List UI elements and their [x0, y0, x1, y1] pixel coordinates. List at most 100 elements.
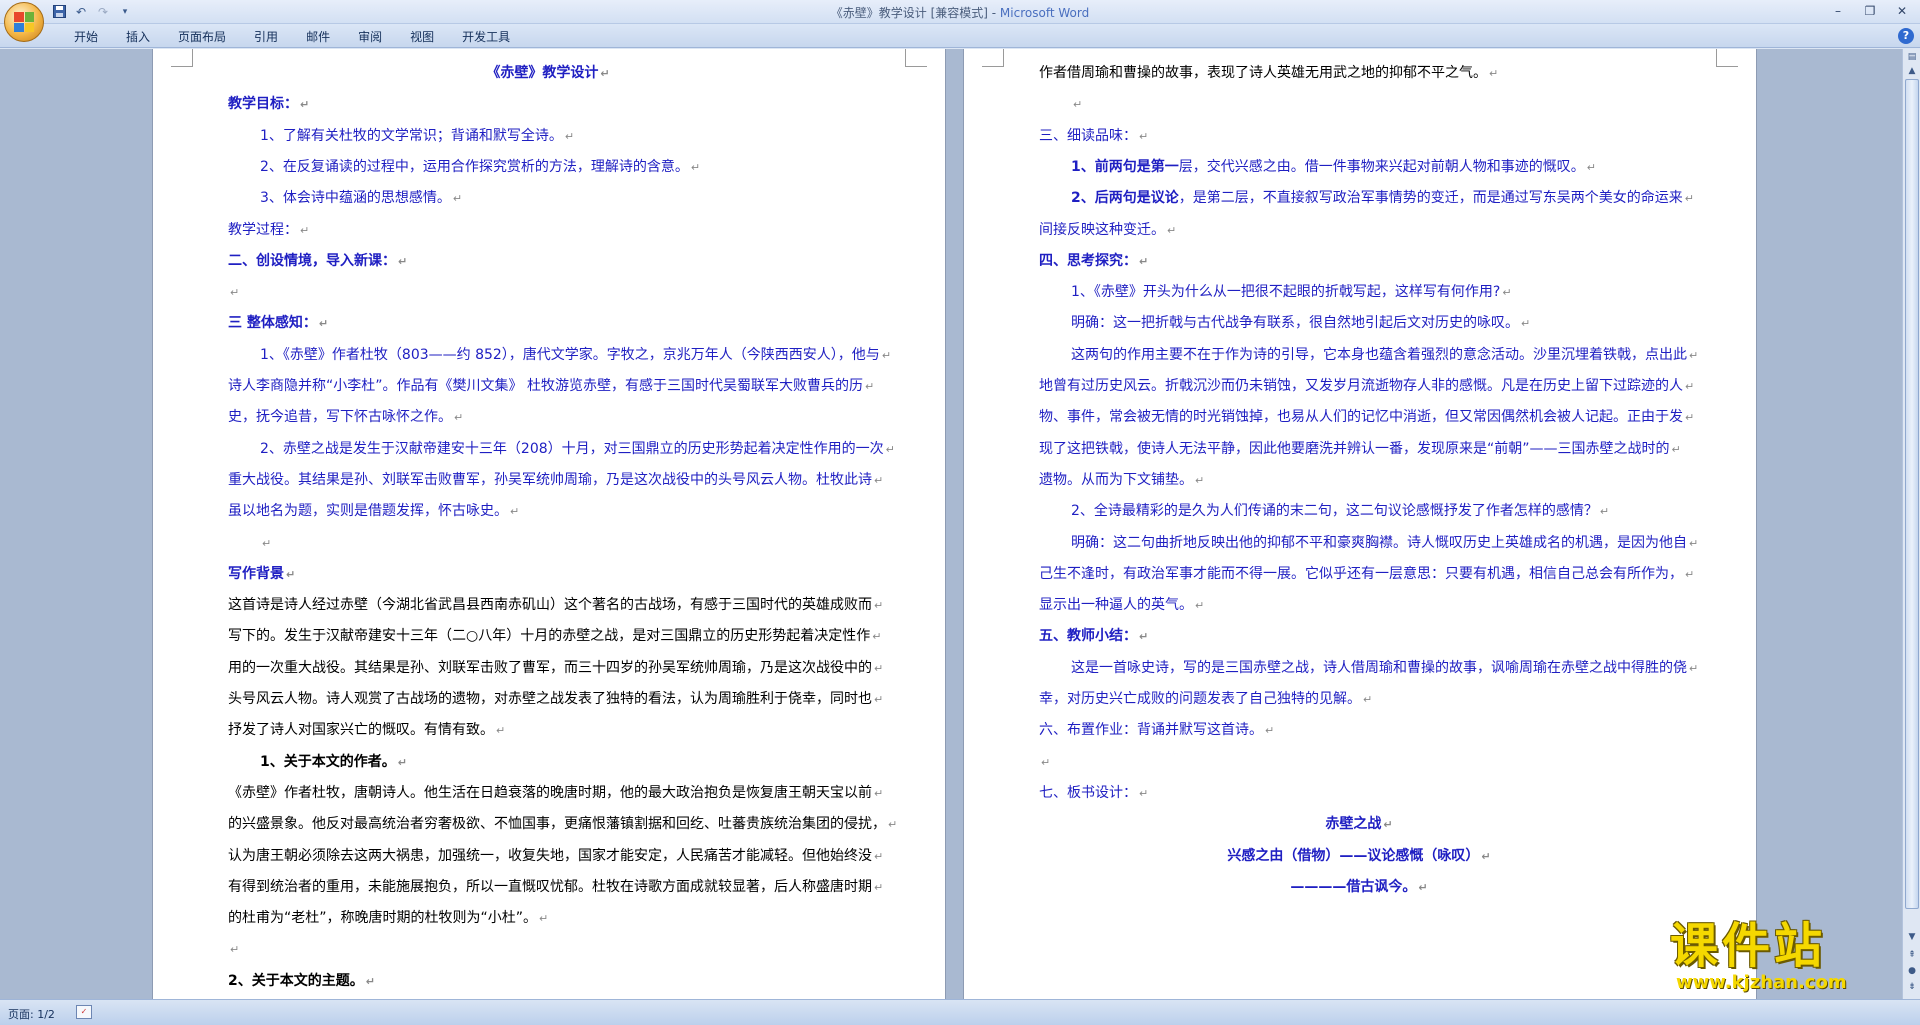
window-controls: – ❐ ✕ — [1826, 2, 1914, 20]
help-icon[interactable]: ? — [1898, 28, 1914, 44]
page-2-line: 遗物。从而为下文铺垫。 ↵ — [1039, 471, 1205, 488]
page-1-line: 2、赤壁之战是发生于汉献帝建安十三年（208）十月，对三国鼎立的历史形势起着决定… — [260, 440, 895, 457]
page-2-line: 物、事件，常会被无情的时光销蚀掉，也易从人们的记忆中消逝，但又常因偶然机会被人记… — [1039, 409, 1695, 426]
page-1-line: ↵ — [228, 940, 239, 959]
paragraph-mark-icon: ↵ — [1489, 67, 1499, 80]
paragraph-mark-icon: ↵ — [510, 505, 520, 519]
restore-icon[interactable]: ❐ — [1858, 2, 1882, 20]
page-1-line: 教学目标： ↵ — [228, 96, 310, 113]
minimize-icon[interactable]: – — [1826, 2, 1850, 20]
paragraph-mark-icon: ↵ — [1195, 473, 1205, 487]
page-1-line: 《赤壁》作者杜牧，唐朝诗人。他生活在日趋衰落的晚唐时期，他的最大政治抱负是恢复唐… — [228, 784, 884, 801]
margin-corner-mark — [1716, 49, 1738, 67]
ribbon-tab[interactable]: 插入 — [112, 29, 164, 45]
paragraph-mark-icon: ↵ — [872, 630, 882, 644]
page-1-line: 抒发了诗人对国家兴亡的慨叹。有情有致。 ↵ — [228, 722, 506, 739]
page-2-line: ↵ — [1039, 753, 1050, 772]
paragraph-mark-icon: ↵ — [1195, 599, 1205, 613]
paragraph-mark-icon: ↵ — [864, 380, 875, 393]
ribbon-tab[interactable]: 引用 — [240, 29, 292, 45]
ribbon-tab-bar: 开始 插入 页面布局 引用 邮件 审阅 视图 开发工具 ? — [0, 24, 1920, 48]
page-2-line: 六、布置作业：背诵并默写这首诗。 ↵ — [1039, 722, 1275, 739]
office-button[interactable] — [4, 2, 44, 42]
page-1-line: 诗人李商隐并称“小李杜”。作品有《樊川文集》 杜牧游览赤壁，有感于三国时代吴蜀联… — [228, 378, 875, 394]
page-2-line: 五、教师小结： ↵ — [1039, 628, 1149, 645]
page-1-line: 3、体会诗中蕴涵的思想感情。 ↵ — [260, 190, 463, 207]
page-2-line: 己生不逢时，有政治军事才能而不得一展。它似乎还有一层意思：只要有机遇，相信自己总… — [1039, 565, 1695, 582]
page-2-line: 明确：这二句曲折地反映出他的抑郁不平和豪爽胸襟。诗人慨叹历史上英雄成名的机遇，是… — [1071, 534, 1699, 551]
window-title: 《赤壁》教学设计 [兼容模式] - Microsoft Word — [0, 4, 1920, 21]
paragraph-mark-icon: ↵ — [600, 67, 610, 80]
page-2-line: ————借古讽今。 ↵ — [1290, 878, 1428, 895]
paragraph-mark-icon: ↵ — [300, 98, 310, 112]
paragraph-mark-icon: ↵ — [1685, 411, 1695, 425]
page-1-line: 写下的。发生于汉献帝建安十三年（二○八年）十月的赤壁之战，是对三国鼎立的历史形势… — [228, 628, 882, 645]
page-1-line: 的兴盛景象。他反对最高统治者穷奢极欲、不恤国事，更痛恨藩镇割据和回纥、吐蕃贵族统… — [228, 816, 898, 833]
paragraph-mark-icon: ↵ — [1689, 348, 1699, 362]
page-2-line: 地曾有过历史风云。折戟沉沙而仍未销蚀，又发岁月流逝物存人非的感慨。凡是在历史上留… — [1039, 378, 1695, 394]
paragraph-mark-icon: ↵ — [1139, 630, 1149, 644]
page-1-line: 写作背景 ↵ — [228, 565, 296, 582]
scrollbar-thumb[interactable] — [1905, 79, 1919, 909]
paragraph-mark-icon: ↵ — [1586, 160, 1596, 174]
watermark-logo: 课件站 www.kjzhan.com — [1670, 918, 1900, 993]
paragraph-mark-icon: ↵ — [1689, 536, 1699, 550]
paragraph-mark-icon: ↵ — [1671, 442, 1681, 456]
paragraph-mark-icon: ↵ — [874, 786, 884, 800]
ribbon-tab[interactable]: 视图 — [396, 29, 448, 45]
page-1-line: 1、《赤壁》作者杜牧（803——约 852），唐代文学家。字牧之，京兆万年人（今… — [260, 346, 892, 363]
page-2-line: 2、全诗最精彩的是久为人们传诵的末二句，这二句议论感慨抒发了作者怎样的感情？ ↵ — [1071, 503, 1610, 520]
paragraph-mark-icon: ↵ — [230, 943, 240, 957]
page-1-line: 认为唐王朝必须除去这两大祸患，加强统一，收复失地，国家才能安定，人民痛苦才能减轻… — [228, 847, 884, 864]
paragraph-mark-icon: ↵ — [1685, 567, 1695, 581]
paragraph-mark-icon: ↵ — [1073, 98, 1083, 112]
close-icon[interactable]: ✕ — [1890, 2, 1914, 20]
page-1-line: 《赤壁》教学设计 ↵ — [486, 65, 610, 81]
paragraph-mark-icon: ↵ — [496, 724, 506, 738]
page-2[interactable]: 作者借周瑜和曹操的故事，表现了诗人英雄无用武之地的抑郁不平之气。 ↵ ↵ 三、细读品味… — [963, 49, 1757, 999]
scroll-up-icon[interactable]: ▲ — [1904, 63, 1920, 79]
paragraph-mark-icon: ↵ — [1167, 223, 1177, 237]
paragraph-mark-icon: ↵ — [452, 192, 463, 206]
scroll-down-icon[interactable]: ▼ — [1904, 929, 1920, 945]
page-1-line: 三 整体感知： ↵ — [228, 315, 329, 332]
page-1-line: ↵ — [260, 534, 271, 553]
ribbon-tab[interactable]: 审阅 — [344, 29, 396, 45]
page-1-line: 2、关于本文的主题。 ↵ — [228, 972, 375, 989]
paragraph-mark-icon: ↵ — [1139, 786, 1149, 800]
page-2-line: 四、思考探究： ↵ — [1039, 252, 1149, 269]
paragraph-mark-icon: ↵ — [318, 317, 329, 331]
paragraph-mark-icon: ↵ — [874, 693, 884, 706]
page-1[interactable]: 《赤壁》教学设计 ↵ 教学目标： ↵ 1、了解有关杜牧的文学常识；背诵和默写全诗。 ↵ 2、… — [152, 49, 946, 999]
page-1-line: 重大战役。其结果是孙、刘联军击败曹军，孙吴军统帅周瑜，乃是这次战役中的头号风云人… — [228, 471, 884, 488]
ribbon-tabs: 开始 插入 页面布局 引用 邮件 审阅 视图 开发工具 — [60, 29, 524, 45]
status-bar: 页面: 1/2 ✓ — [0, 999, 1920, 1025]
proofing-icon[interactable]: ✓ — [76, 1005, 92, 1019]
browse-object-icon[interactable]: ● — [1904, 963, 1920, 979]
page-indicator[interactable]: 页面: 1/2 — [8, 1006, 55, 1022]
next-page-icon[interactable]: ⇟ — [1904, 979, 1920, 995]
page-1-line: 1、关于本文的作者。 ↵ — [260, 753, 407, 770]
watermark-title: 课件站 — [1670, 918, 1827, 974]
page-1-line: 用的一次重大战役。其结果是孙、刘联军击败了曹军，而三十四岁的孙吴军统帅周瑜，乃是… — [228, 659, 884, 676]
page-1-line: 的杜甫为“老杜”，称晚唐时期的杜牧则为“小杜”。 ↵ — [228, 910, 549, 927]
previous-page-icon[interactable]: ⇞ — [1904, 947, 1920, 963]
paragraph-mark-icon: ↵ — [874, 661, 884, 675]
paragraph-mark-icon: ↵ — [398, 254, 408, 268]
paragraph-mark-icon: ↵ — [1689, 661, 1699, 675]
page-1-line: 虽以地名为题，实则是借题发挥，怀古咏史。 ↵ — [228, 503, 520, 520]
ribbon-tab[interactable]: 页面布局 — [164, 29, 240, 45]
ribbon-tab[interactable]: 开发工具 — [448, 29, 524, 45]
paragraph-mark-icon: ↵ — [262, 536, 272, 550]
ribbon-tab[interactable]: 开始 — [60, 29, 112, 45]
paragraph-mark-icon: ↵ — [365, 974, 375, 988]
paragraph-mark-icon: ↵ — [888, 818, 898, 832]
vertical-scrollbar[interactable]: ▤ ▲ ▼ ⇞ ● ⇟ — [1902, 49, 1920, 999]
paragraph-mark-icon: ↵ — [286, 567, 296, 581]
paragraph-mark-icon: ↵ — [564, 129, 575, 143]
paragraph-mark-icon: ↵ — [874, 599, 884, 613]
margin-corner-mark — [905, 49, 927, 67]
paragraph-mark-icon: ↵ — [1481, 849, 1491, 863]
ribbon-tab[interactable]: 邮件 — [292, 29, 344, 45]
paragraph-mark-icon: ↵ — [1041, 755, 1051, 769]
